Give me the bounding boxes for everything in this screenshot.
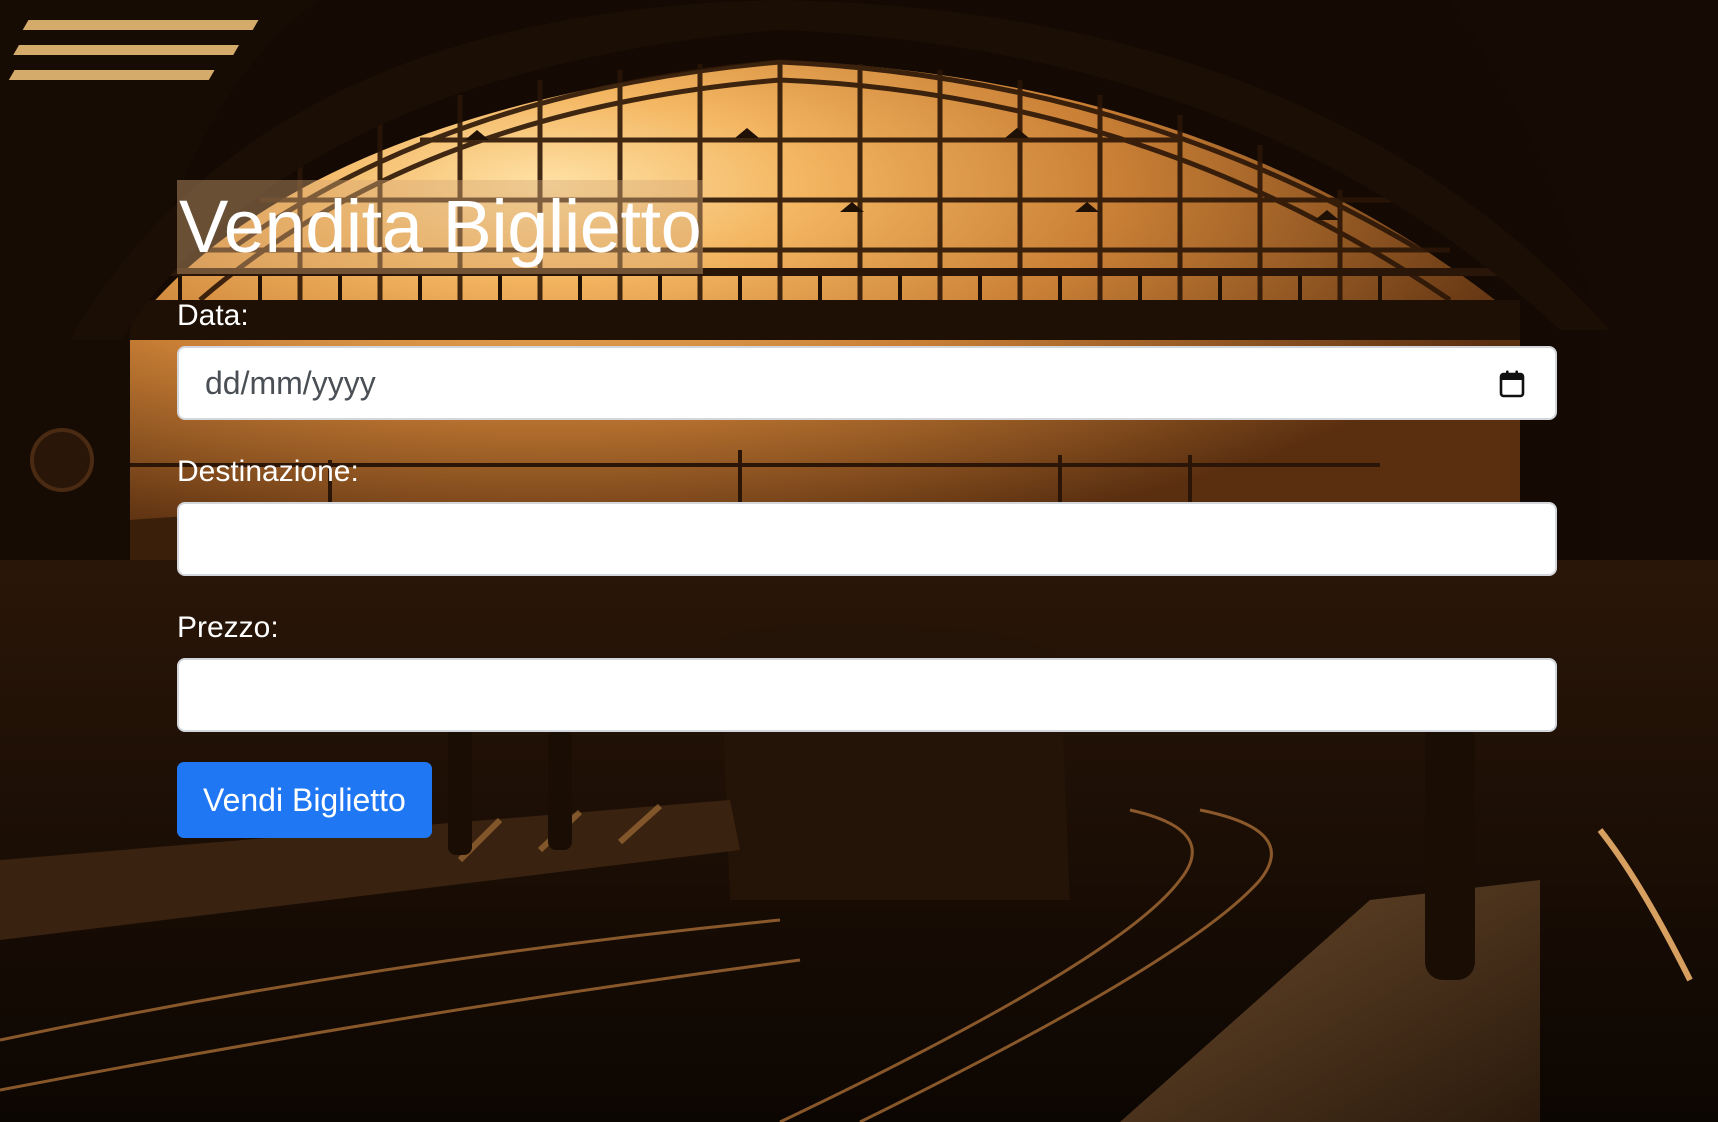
- page-title: Vendita Biglietto: [177, 180, 704, 274]
- price-input[interactable]: [177, 658, 1557, 732]
- destination-input[interactable]: [177, 502, 1557, 576]
- date-label: Data:: [177, 299, 249, 332]
- ticket-form: Vendita Biglietto Data: dd/mm/yyyy Desti…: [177, 180, 1557, 838]
- sell-ticket-button[interactable]: Vendi Biglietto: [177, 762, 432, 838]
- price-label: Prezzo:: [177, 611, 279, 644]
- page: Vendita Biglietto Data: dd/mm/yyyy Desti…: [0, 0, 1718, 1122]
- date-input-placeholder: dd/mm/yyyy: [205, 365, 376, 401]
- destination-label: Destinazione:: [177, 455, 359, 488]
- calendar-icon[interactable]: [1499, 370, 1525, 398]
- date-input[interactable]: dd/mm/yyyy: [177, 346, 1557, 420]
